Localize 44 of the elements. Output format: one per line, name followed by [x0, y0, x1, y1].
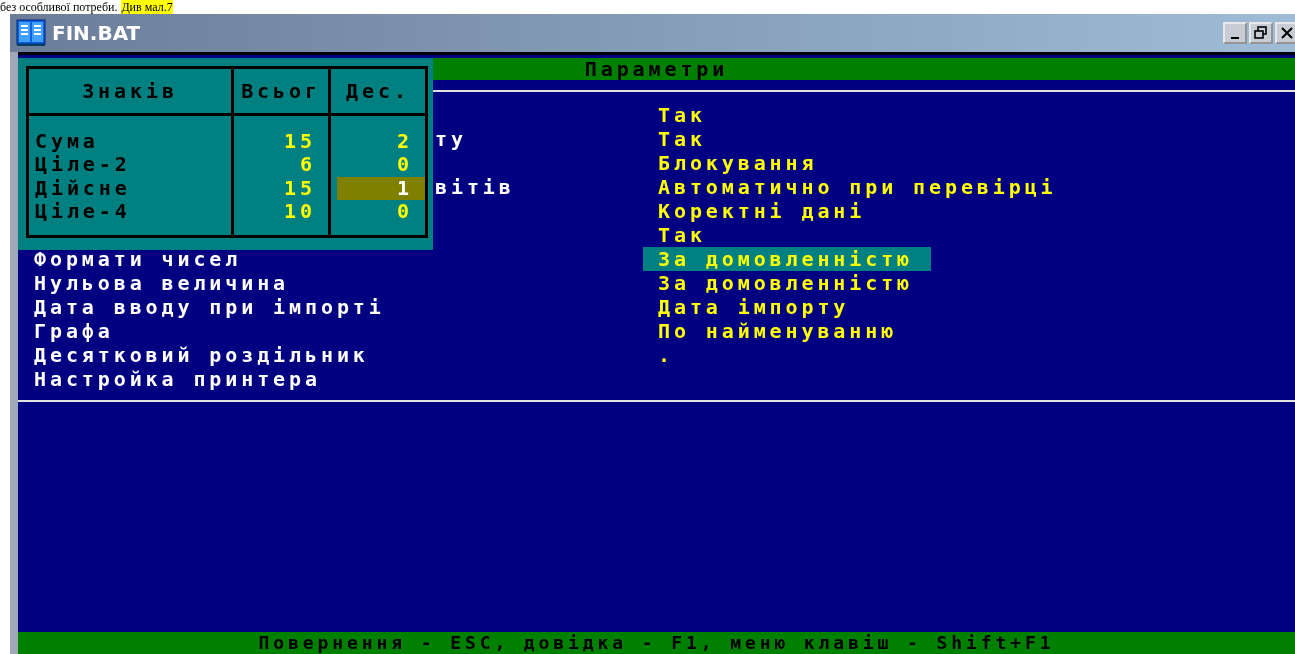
setting-label: Формати чисел — [34, 247, 242, 271]
column-header: Знаків — [27, 67, 233, 115]
setting-value[interactable]: Дата імпорту — [643, 295, 931, 319]
close-button[interactable] — [1275, 22, 1295, 44]
restore-icon — [1254, 26, 1268, 40]
setting-value[interactable]: За домовленністю — [643, 247, 931, 271]
decimal-digits[interactable]: 2 — [337, 130, 419, 154]
setting-value[interactable]: По найменуванню — [643, 319, 931, 343]
total-digits: 6 — [299, 153, 317, 177]
setting-value[interactable]: Автоматично при перевірці — [643, 175, 1057, 199]
app-icon — [16, 19, 46, 47]
setting-value[interactable]: За домовленністю — [643, 271, 931, 295]
total-digits: 15 — [283, 130, 317, 154]
minimize-icon — [1231, 36, 1239, 39]
setting-label: Десятковий роздільник — [34, 343, 369, 367]
column-header: Дес. — [329, 67, 427, 115]
setting-value[interactable]: Так — [643, 103, 931, 127]
setting-label: Дата вводу при імпорті — [34, 295, 385, 319]
restore-button[interactable] — [1249, 22, 1273, 44]
total-digits: 15 — [283, 176, 317, 200]
setting-label: вітів — [435, 175, 515, 199]
column-header: Всьог — [232, 67, 330, 115]
highlighted-text: Див мал.7 — [121, 0, 173, 14]
setting-label: Графа — [34, 319, 114, 343]
setting-label: ту — [435, 127, 467, 151]
format-name: Ціле-4 — [35, 198, 131, 223]
caption-text: без особливої потреби. — [0, 0, 118, 14]
decimal-digits[interactable]: 1 — [337, 176, 425, 200]
setting-value[interactable]: Так — [643, 223, 931, 247]
setting-value[interactable]: Блокування — [643, 151, 931, 175]
setting-label: Нульова величина — [34, 271, 290, 295]
close-icon — [1280, 26, 1294, 40]
setting-value[interactable]: Так — [643, 127, 931, 151]
status-bar: Повернення - ESC, довідка - F1, меню клавіш - Shift+F1 — [18, 632, 1295, 654]
setting-value[interactable]: Коректні дані — [643, 199, 931, 223]
minimize-button[interactable] — [1223, 22, 1247, 44]
format-name: Ціле-2 — [35, 152, 131, 177]
format-name: Дійсне — [35, 175, 131, 200]
format-name: Сума — [35, 129, 99, 154]
setting-value[interactable]: . — [643, 343, 931, 367]
decimal-digits[interactable]: 0 — [337, 153, 419, 177]
setting-label: Настройка принтера — [34, 367, 321, 391]
total-digits: 10 — [283, 199, 317, 223]
window-title: FIN.BAT — [52, 21, 141, 45]
